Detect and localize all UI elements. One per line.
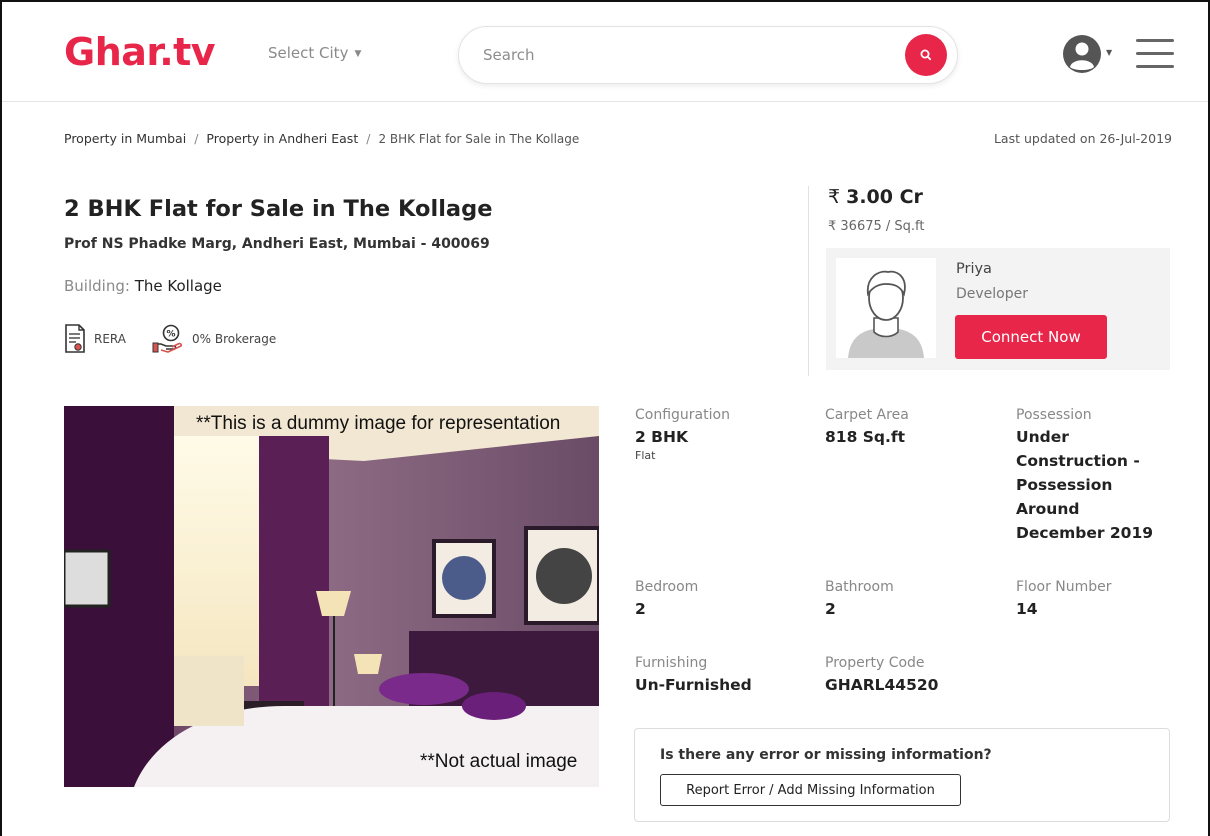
caret-down-icon: ▼ bbox=[354, 49, 362, 59]
building-name: The Kollage bbox=[134, 277, 222, 295]
search-input[interactable] bbox=[483, 43, 883, 67]
city-select[interactable]: Select City ▼ bbox=[268, 44, 361, 62]
detail-label: Configuration bbox=[635, 407, 730, 423]
detail-value: 818 Sq.ft bbox=[825, 428, 906, 446]
detail-bathroom: Bathroom 2 bbox=[825, 579, 894, 621]
detail-label: Floor Number bbox=[1016, 579, 1112, 595]
developer-card: Priya Developer Connect Now bbox=[826, 248, 1170, 370]
tag-brokerage-label: 0% Brokerage bbox=[191, 332, 277, 346]
page-title: 2 BHK Flat for Sale in The Kollage bbox=[64, 196, 493, 222]
detail-value: 2 bbox=[825, 600, 836, 618]
tag-rera-label: RERA bbox=[94, 332, 126, 346]
user-avatar-icon[interactable] bbox=[1062, 34, 1102, 74]
property-photo[interactable] bbox=[64, 406, 599, 787]
detail-label: Possession bbox=[1016, 407, 1092, 423]
detail-carpet-area: Carpet Area 818 Sq.ft bbox=[825, 407, 909, 449]
search-icon bbox=[920, 49, 932, 61]
breadcrumb-separator: / bbox=[366, 131, 371, 146]
detail-value: 2 BHK bbox=[635, 428, 688, 446]
developer-placeholder-icon bbox=[836, 258, 936, 358]
price: ₹3.00 Cr bbox=[828, 186, 923, 208]
price-amount: 3.00 Cr bbox=[846, 186, 923, 208]
detail-value: 14 bbox=[1016, 600, 1038, 618]
building-label: Building: bbox=[64, 277, 130, 295]
breadcrumb-current: 2 BHK Flat for Sale in The Kollage bbox=[378, 132, 580, 146]
top-header: Ghar.tv Select City ▼ ▼ bbox=[2, 2, 1208, 102]
detail-value: Un-Furnished bbox=[635, 676, 752, 694]
detail-property-code: Property Code GHARL44520 bbox=[825, 655, 938, 697]
detail-label: Bedroom bbox=[635, 579, 699, 595]
detail-bedroom: Bedroom 2 bbox=[635, 579, 698, 621]
detail-label: Furnishing bbox=[635, 655, 708, 671]
bedroom-illustration bbox=[64, 406, 599, 787]
breadcrumb: Property in Mumbai / Property in Andheri E… bbox=[64, 131, 579, 146]
breadcrumb-link-mumbai[interactable]: Property in Mumbai bbox=[64, 131, 186, 146]
report-error-button[interactable]: Report Error / Add Missing Information bbox=[660, 774, 961, 806]
detail-floor-number: Floor Number 14 bbox=[1016, 579, 1112, 621]
site-logo[interactable]: Ghar.tv bbox=[64, 30, 216, 74]
tag-rera: RERA bbox=[64, 324, 126, 354]
detail-value: GHARL44520 bbox=[825, 676, 939, 694]
brokerage-hand-icon: % bbox=[152, 324, 183, 353]
detail-possession: Possession Under Construction - Possessi… bbox=[1016, 407, 1166, 545]
detail-label: Bathroom bbox=[825, 579, 894, 595]
error-question: Is there any error or missing informatio… bbox=[660, 747, 992, 763]
developer-name: Priya bbox=[956, 261, 992, 277]
property-address: Prof NS Phadke Marg, Andheri East, Mumba… bbox=[64, 236, 490, 252]
image-disclaimer-bottom: **Not actual image bbox=[420, 751, 578, 772]
breadcrumb-separator: / bbox=[194, 131, 199, 146]
detail-configuration: Configuration 2 BHK Flat bbox=[635, 407, 730, 462]
error-report-box: Is there any error or missing informatio… bbox=[634, 728, 1170, 822]
breadcrumb-link-andheri-east[interactable]: Property in Andheri East bbox=[206, 131, 358, 146]
rera-document-icon bbox=[65, 324, 85, 353]
rupee-symbol: ₹ bbox=[828, 186, 841, 208]
search-button[interactable] bbox=[905, 34, 947, 76]
building-info: Building: The Kollage bbox=[64, 277, 222, 295]
last-updated: Last updated on 26-Jul-2019 bbox=[993, 131, 1172, 146]
detail-label: Carpet Area bbox=[825, 407, 909, 423]
detail-sub: Flat bbox=[635, 449, 656, 462]
detail-value: 2 bbox=[635, 600, 646, 618]
avatar-caret-icon[interactable]: ▼ bbox=[1106, 48, 1112, 57]
search-bar bbox=[458, 26, 958, 84]
developer-role: Developer bbox=[956, 286, 1029, 302]
hamburger-menu-icon[interactable] bbox=[1136, 38, 1174, 70]
vertical-divider bbox=[808, 186, 809, 376]
detail-value: Under Construction - Possession Around D… bbox=[1016, 428, 1154, 542]
property-tags: RERA % 0% Brokerage bbox=[64, 322, 302, 356]
price-per-sqft: ₹ 36675 / Sq.ft bbox=[828, 219, 925, 234]
image-disclaimer-top: **This is a dummy image for representati… bbox=[196, 413, 561, 434]
detail-furnishing: Furnishing Un-Furnished bbox=[635, 655, 752, 697]
detail-label: Property Code bbox=[825, 655, 925, 671]
developer-avatar bbox=[836, 258, 936, 358]
tag-brokerage: % 0% Brokerage bbox=[152, 324, 276, 354]
connect-now-button[interactable]: Connect Now bbox=[955, 315, 1107, 359]
city-select-label: Select City bbox=[268, 44, 349, 62]
svg-text:%: % bbox=[166, 330, 175, 340]
